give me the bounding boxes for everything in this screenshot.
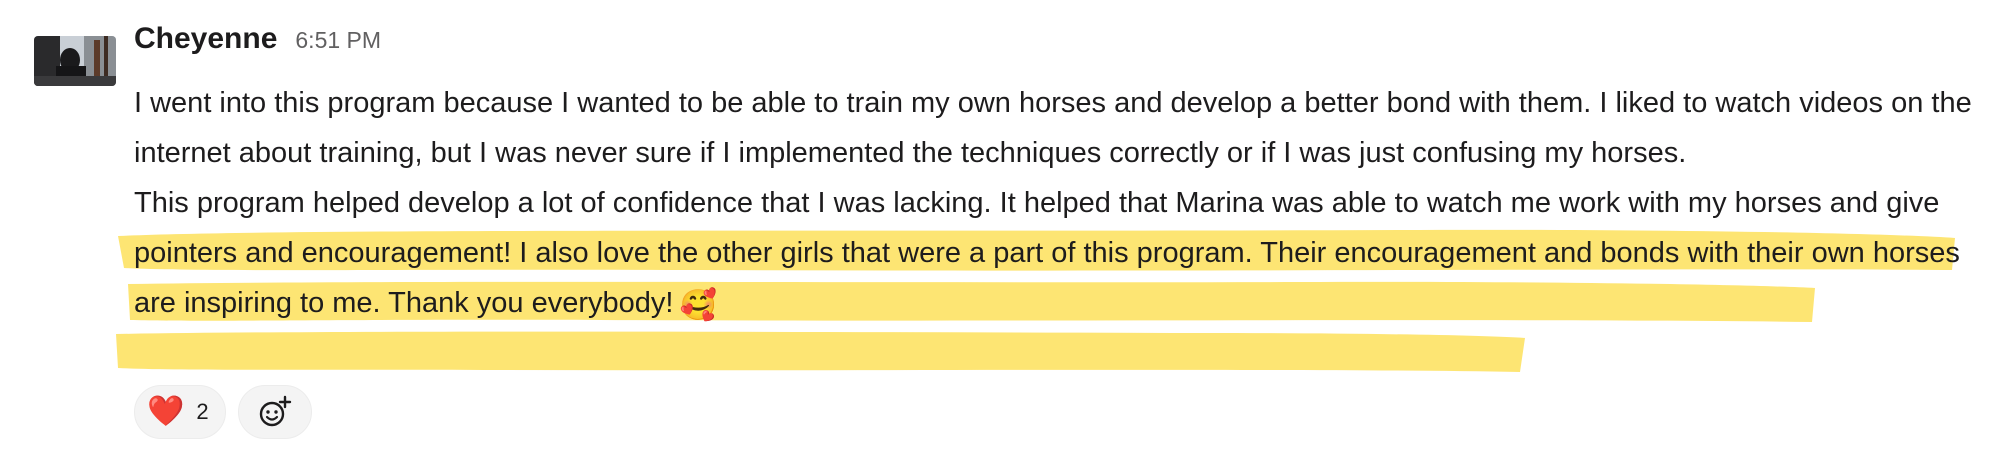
message-body: I went into this program because I wante…: [134, 78, 1979, 328]
message-paragraph-2-text: This program helped develop a lot of con…: [134, 187, 1960, 319]
red-heart-icon: ❤️: [147, 395, 185, 428]
add-reaction-icon: [259, 395, 292, 427]
reaction-count: 2: [196, 399, 209, 424]
message-paragraph-1: I went into this program because I wante…: [134, 87, 1972, 169]
message-header: Cheyenne 6:51 PM: [134, 22, 381, 66]
message-paragraph-2: This program helped develop a lot of con…: [134, 178, 1979, 328]
add-reaction-button[interactable]: [238, 385, 312, 439]
message-timestamp[interactable]: 6:51 PM: [295, 27, 381, 54]
smiling-face-with-hearts-icon: 🥰: [679, 289, 717, 322]
reactions-bar: ❤️ 2: [134, 385, 312, 439]
avatar[interactable]: [34, 36, 116, 86]
sender-name[interactable]: Cheyenne: [134, 22, 277, 56]
chat-message: Cheyenne 6:51 PM I went into this progra…: [0, 0, 2000, 465]
heart-reaction-button[interactable]: ❤️ 2: [134, 385, 226, 439]
